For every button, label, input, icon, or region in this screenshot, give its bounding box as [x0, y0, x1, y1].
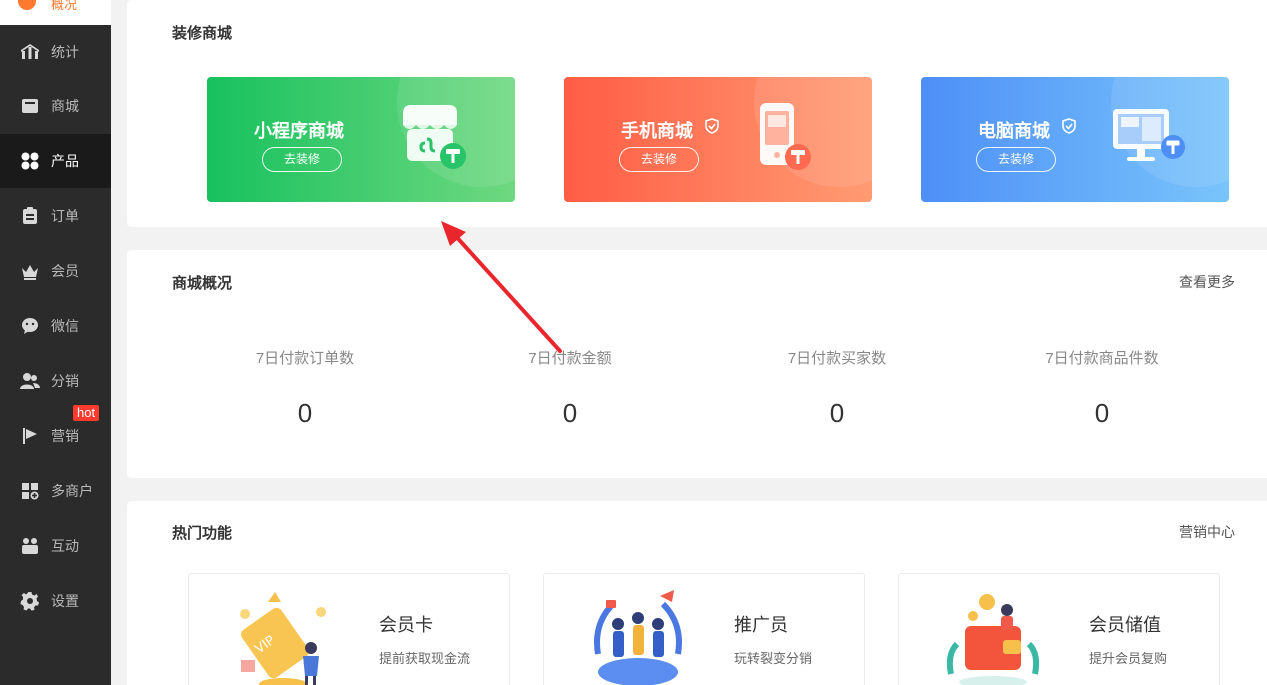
annotation-arrow: [441, 221, 562, 353]
